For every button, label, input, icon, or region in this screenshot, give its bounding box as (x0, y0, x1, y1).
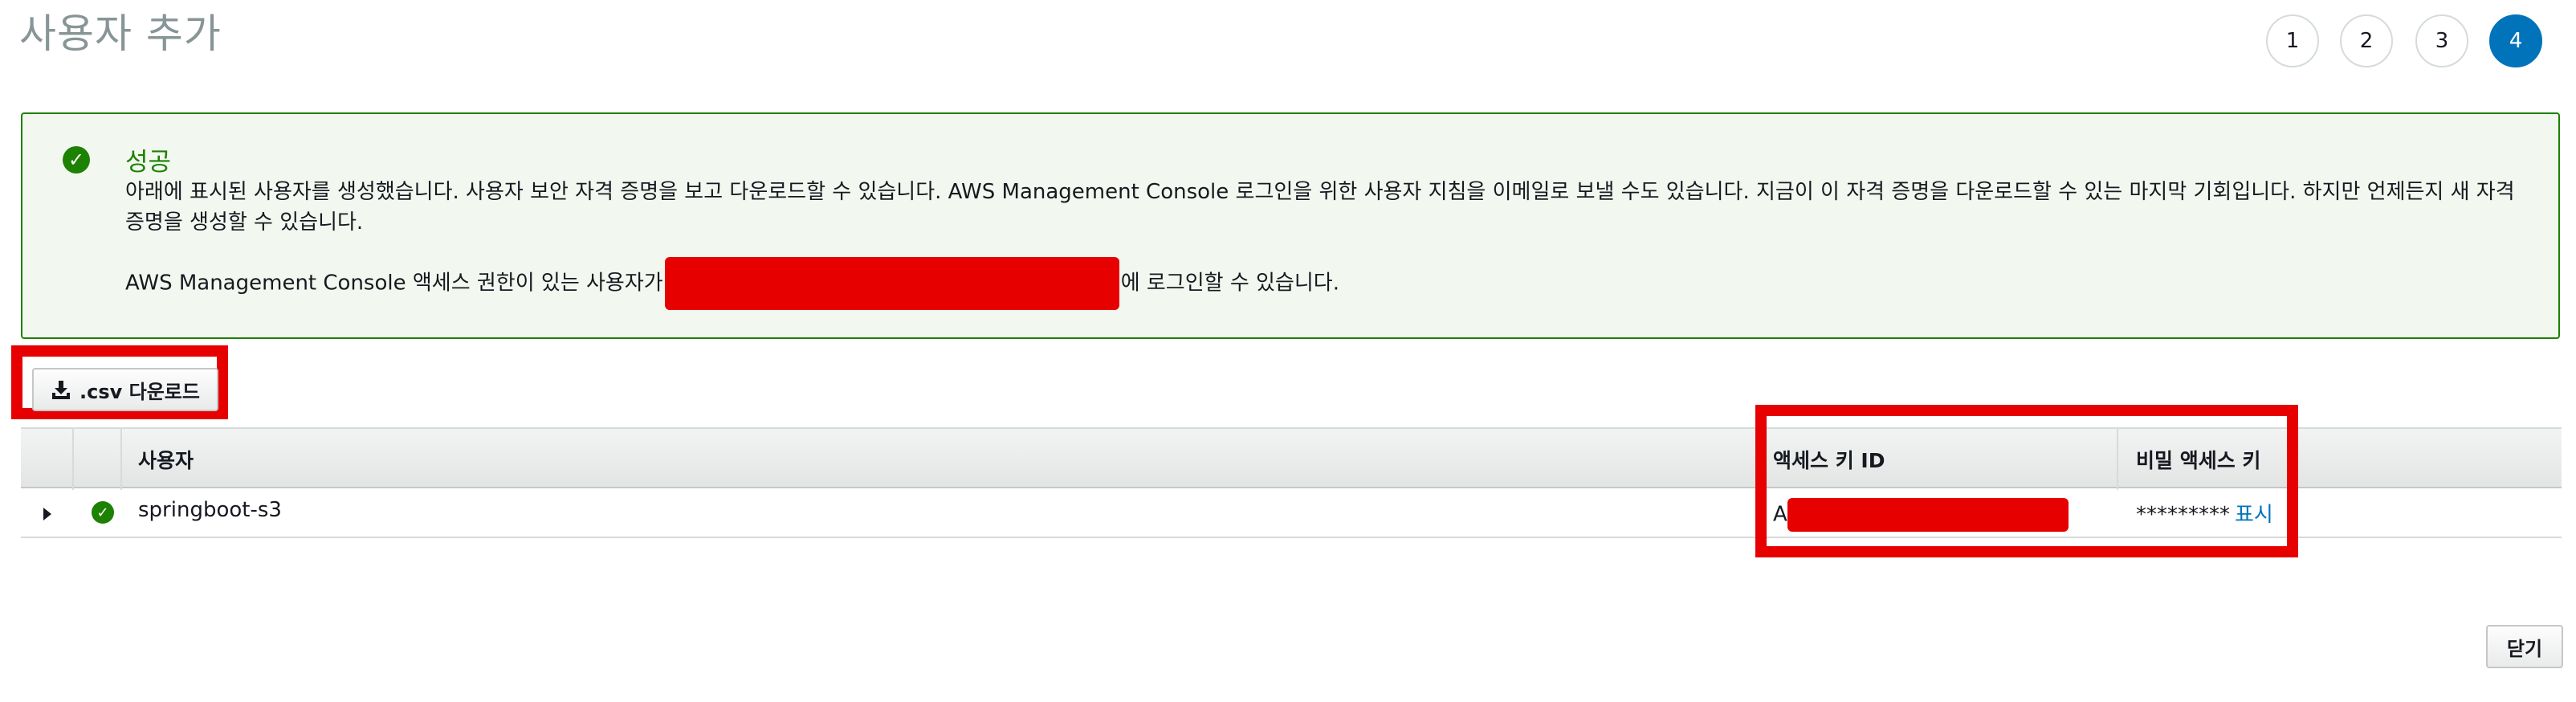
csv-download-button[interactable]: .csv 다운로드 (32, 368, 218, 411)
step-4-active: 4 (2489, 14, 2542, 67)
column-header-user[interactable]: 사용자 (138, 445, 194, 474)
csv-highlight-frame: .csv 다운로드 (11, 345, 228, 419)
access-key-prefix: A (1773, 502, 1787, 527)
secret-access-key: ********* 표시 (2136, 498, 2273, 528)
column-divider (2117, 429, 2118, 490)
column-divider (120, 429, 122, 490)
page-title: 사용자 추가 (19, 10, 222, 57)
access-key-id: A (1773, 498, 2069, 532)
table-row: ✓ springboot-s3 A ********* 표시 (21, 488, 2562, 538)
column-header-access-key-id[interactable]: 액세스 키 ID (1773, 445, 1885, 474)
signin-suffix: 에 로그인할 수 있습니다. (1120, 271, 1339, 296)
column-divider (72, 429, 74, 490)
download-icon (52, 381, 71, 399)
signin-prefix: AWS Management Console 액세스 권한이 있는 사용자가 (125, 271, 663, 296)
users-table: 사용자 액세스 키 ID 비밀 액세스 키 ✓ springboot-s3 A … (21, 427, 2562, 538)
step-1[interactable]: 1 (2266, 14, 2319, 67)
show-secret-link[interactable]: 표시 (2235, 503, 2273, 527)
user-name: springboot-s3 (138, 498, 282, 522)
expand-caret-icon[interactable] (43, 508, 51, 520)
check-circle-icon: ✓ (63, 146, 90, 173)
signin-info: AWS Management Console 액세스 권한이 있는 사용자가 에 … (125, 257, 1339, 310)
success-message: 아래에 표시된 사용자를 생성했습니다. 사용자 보안 자격 증명을 보고 다운… (125, 180, 2515, 235)
redacted-signin-url (664, 257, 1119, 310)
csv-download-label: .csv 다운로드 (79, 380, 200, 403)
redacted-access-key (1787, 498, 2069, 532)
step-3[interactable]: 3 (2415, 14, 2468, 67)
column-divider (1755, 429, 1757, 490)
success-alert: ✓ 성공 아래에 표시된 사용자를 생성했습니다. 사용자 보안 자격 증명을 … (21, 112, 2560, 339)
step-2[interactable]: 2 (2340, 14, 2393, 67)
secret-mask: ********* (2136, 503, 2230, 527)
close-button[interactable]: 닫기 (2486, 625, 2563, 668)
column-header-secret-key[interactable]: 비밀 액세스 키 (2136, 445, 2260, 474)
success-title: 성공 (125, 148, 172, 177)
check-circle-icon: ✓ (92, 501, 114, 524)
table-header: 사용자 액세스 키 ID 비밀 액세스 키 (21, 427, 2562, 490)
